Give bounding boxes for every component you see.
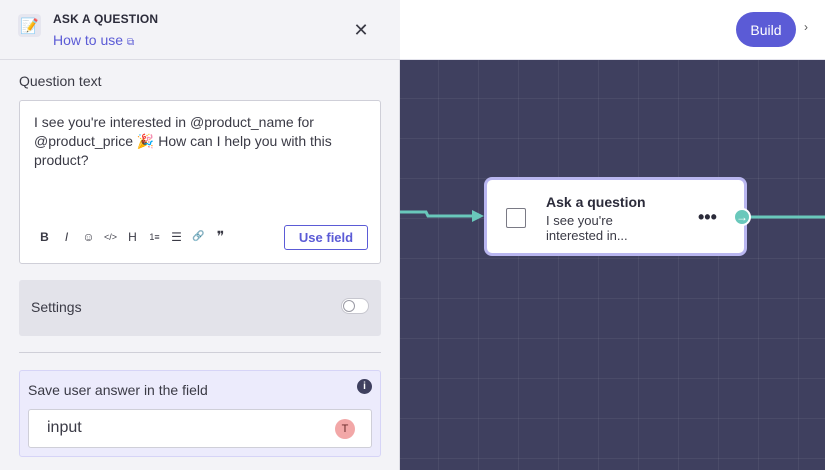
emoji-icon[interactable]: ☺ [82, 230, 95, 244]
more-options-icon[interactable]: ••• [698, 208, 717, 226]
field-value: input [47, 419, 82, 436]
link-icon[interactable]: 🔗 [192, 231, 205, 242]
panel-title: ASK A QUESTION [53, 12, 159, 26]
quote-icon[interactable]: ❞ [214, 228, 227, 245]
code-icon[interactable]: </> [104, 232, 117, 242]
ordered-list-icon[interactable]: 1≡ [148, 232, 161, 242]
bullet-list-icon[interactable]: ☰ [170, 230, 183, 244]
question-text-label: Question text [19, 73, 102, 89]
external-link-icon: ⧉ [126, 37, 135, 48]
how-to-use-link[interactable]: How to use ⧉ [53, 32, 134, 48]
settings-label: Settings [31, 299, 82, 315]
ask-question-node[interactable]: Ask a question I see you're interested i… [484, 177, 747, 256]
connector-lines [400, 210, 825, 222]
close-icon[interactable]: ✕ [350, 19, 372, 41]
editor-toolbar: B I ☺ </> H 1≡ ☰ 🔗 ❞ [38, 228, 227, 245]
top-bar: Build › [400, 0, 825, 60]
use-field-button[interactable]: Use field [284, 225, 368, 250]
node-description: I see you're interested in... [546, 213, 628, 243]
connector-arrow-icon [472, 210, 484, 222]
how-to-use-label: How to use [53, 32, 124, 48]
divider [19, 352, 381, 353]
chevron-right-icon[interactable]: › [804, 20, 808, 34]
save-answer-label: Save user answer in the field [28, 382, 208, 398]
field-type-badge: T [335, 419, 355, 439]
field-select-input[interactable]: input T [28, 409, 372, 448]
heading-icon[interactable]: H [126, 230, 139, 244]
panel-header: 📝 ASK A QUESTION How to use ⧉ ✕ [0, 0, 400, 60]
question-text[interactable]: I see you're interested in @product_name… [34, 113, 364, 170]
settings-panel: 📝 ASK A QUESTION How to use ⧉ ✕ Question… [0, 0, 400, 470]
node-title: Ask a question [546, 194, 646, 210]
flow-canvas[interactable]: Ask a question I see you're interested i… [400, 60, 825, 470]
info-icon[interactable]: i [357, 379, 372, 394]
incoming-connector [400, 210, 478, 218]
save-answer-section: Save user answer in the field i input T [19, 370, 381, 457]
italic-icon[interactable]: I [60, 230, 73, 244]
node-checkbox[interactable] [506, 208, 526, 228]
question-editor[interactable]: I see you're interested in @product_name… [19, 100, 381, 264]
output-port-icon[interactable]: → [733, 208, 751, 226]
bold-icon[interactable]: B [38, 230, 51, 244]
toggle-knob [343, 300, 355, 312]
build-button[interactable]: Build [736, 12, 796, 47]
settings-toggle[interactable] [341, 298, 369, 314]
memo-icon: 📝 [18, 14, 41, 37]
settings-section: Settings [19, 280, 381, 336]
